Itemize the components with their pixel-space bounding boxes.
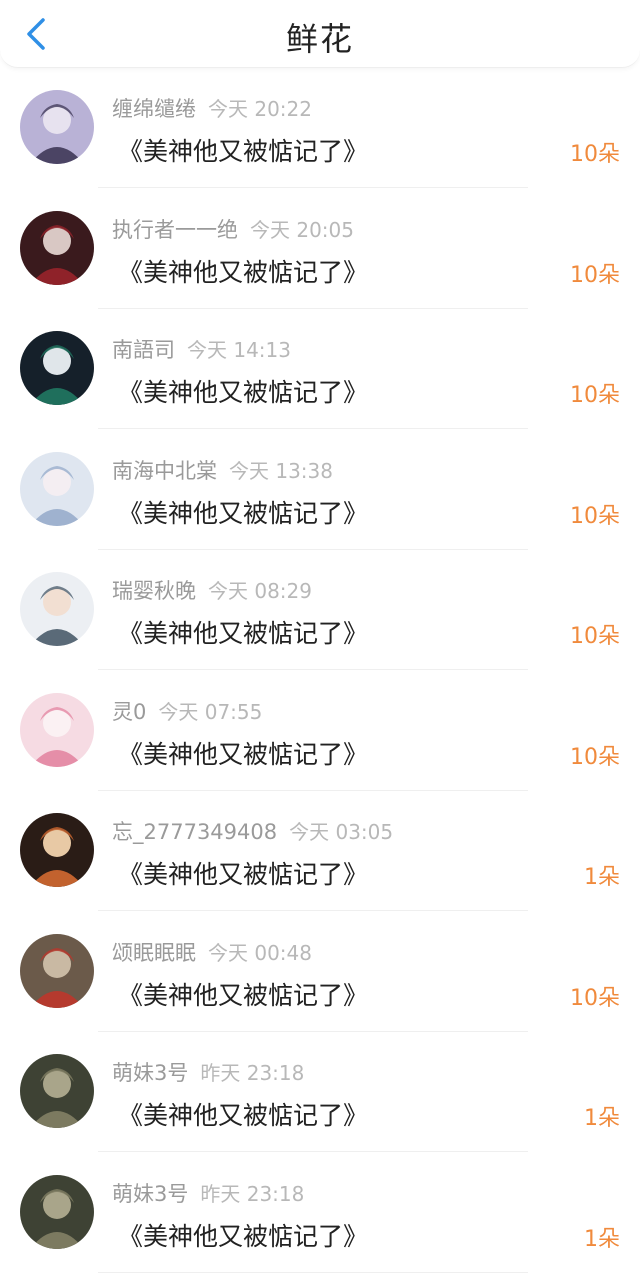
flower-count: 1朵 xyxy=(584,1226,620,1252)
timestamp: 今天 20:22 xyxy=(208,97,312,121)
book-title: 《美神他又被惦记了》 xyxy=(118,498,369,528)
flower-count: 1朵 xyxy=(584,865,620,890)
timestamp: 今天 13:38 xyxy=(229,458,333,483)
flower-list: 缠绵缱绻 今天 20:22 《美神他又被惦记了》 10朵 执行者一一绝 今天 20:05 《… xyxy=(0,68,640,1273)
timestamp: 今天 08:29 xyxy=(208,579,312,603)
flower-count: 10朵 xyxy=(570,985,620,1011)
user-name[interactable]: 颂眠眠眠 xyxy=(112,941,196,965)
timestamp: 今天 03:05 xyxy=(289,820,394,844)
item-meta: 南海中北棠 今天 13:38 xyxy=(112,455,333,485)
flower-count: 10朵 xyxy=(570,624,620,649)
timestamp: 今天 00:48 xyxy=(208,940,312,965)
timestamp: 昨天 23:18 xyxy=(200,1181,305,1206)
user-name[interactable]: 南語司 xyxy=(112,338,175,362)
book-title: 《美神他又被惦记了》 xyxy=(118,257,369,287)
flower-count: 10朵 xyxy=(570,744,620,770)
avatar[interactable] xyxy=(20,1054,94,1128)
avatar[interactable] xyxy=(20,813,94,887)
book-title: 《美神他又被惦记了》 xyxy=(118,980,369,1010)
book-title: 《美神他又被惦记了》 xyxy=(118,1221,369,1251)
divider xyxy=(98,1271,528,1273)
book-title: 《美神他又被惦记了》 xyxy=(118,619,369,648)
book-title: 《美神他又被惦记了》 xyxy=(118,739,369,769)
timestamp: 今天 20:05 xyxy=(250,217,354,242)
list-item[interactable]: 颂眠眠眠 今天 00:48 《美神他又被惦记了》 10朵 xyxy=(0,912,640,1033)
item-meta: 瑞婴秋晚 今天 08:29 xyxy=(112,575,312,605)
avatar[interactable] xyxy=(20,90,94,164)
flower-count: 10朵 xyxy=(570,383,620,408)
timestamp: 今天 14:13 xyxy=(187,338,291,362)
list-item[interactable]: 缠绵缱绻 今天 20:22 《美神他又被惦记了》 10朵 xyxy=(0,68,640,189)
flower-count: 1朵 xyxy=(584,1106,620,1131)
item-meta: 灵0 今天 07:55 xyxy=(112,696,262,726)
book-title: 《美神他又被惦记了》 xyxy=(118,378,369,407)
user-name[interactable]: 灵0 xyxy=(112,700,146,724)
user-name[interactable]: 萌妹3号 xyxy=(112,1061,188,1085)
list-item[interactable]: 萌妹3号 昨天 23:18 《美神他又被惦记了》 1朵 xyxy=(0,1153,640,1273)
avatar[interactable] xyxy=(20,451,94,526)
list-item[interactable]: 萌妹3号 昨天 23:18 《美神他又被惦记了》 1朵 xyxy=(0,1032,640,1153)
list-item[interactable]: 忘_2777349408 今天 03:05 《美神他又被惦记了》 1朵 xyxy=(0,791,640,912)
list-item[interactable]: 执行者一一绝 今天 20:05 《美神他又被惦记了》 10朵 xyxy=(0,189,640,310)
timestamp: 昨天 23:18 xyxy=(200,1061,305,1085)
list-item[interactable]: 南海中北棠 今天 13:38 《美神他又被惦记了》 10朵 xyxy=(0,430,640,551)
user-name[interactable]: 瑞婴秋晚 xyxy=(112,579,196,603)
user-name[interactable]: 缠绵缱绻 xyxy=(112,97,196,121)
user-name[interactable]: 南海中北棠 xyxy=(112,459,217,483)
item-meta: 颂眠眠眠 今天 00:48 xyxy=(112,937,312,967)
flower-count: 10朵 xyxy=(570,262,620,288)
book-title: 《美神他又被惦记了》 xyxy=(118,1101,369,1130)
item-meta: 执行者一一绝 今天 20:05 xyxy=(112,214,354,244)
item-meta: 萌妹3号 昨天 23:18 xyxy=(112,1178,304,1208)
flower-count: 10朵 xyxy=(570,142,620,167)
user-name[interactable]: 忘_2777349408 xyxy=(112,820,277,844)
top-bar: 鲜花 xyxy=(0,0,640,68)
avatar[interactable] xyxy=(20,210,94,285)
avatar[interactable] xyxy=(20,692,94,767)
timestamp: 今天 07:55 xyxy=(158,699,263,724)
book-title: 《美神他又被惦记了》 xyxy=(118,860,369,889)
item-meta: 缠绵缱绻 今天 20:22 xyxy=(112,93,312,123)
avatar[interactable] xyxy=(20,331,94,405)
user-name[interactable]: 执行者一一绝 xyxy=(112,218,238,242)
page-title: 鲜花 xyxy=(285,20,354,58)
flower-count: 10朵 xyxy=(570,503,620,529)
avatar[interactable] xyxy=(20,933,94,1008)
item-meta: 忘_2777349408 今天 03:05 xyxy=(112,816,393,846)
avatar[interactable] xyxy=(20,1174,94,1249)
book-title: 《美神他又被惦记了》 xyxy=(118,137,369,166)
list-item[interactable]: 瑞婴秋晚 今天 08:29 《美神他又被惦记了》 10朵 xyxy=(0,550,640,671)
item-meta: 南語司 今天 14:13 xyxy=(112,334,291,364)
list-item[interactable]: 南語司 今天 14:13 《美神他又被惦记了》 10朵 xyxy=(0,309,640,430)
avatar[interactable] xyxy=(20,572,94,646)
user-name[interactable]: 萌妹3号 xyxy=(112,1182,188,1206)
list-item[interactable]: 灵0 今天 07:55 《美神他又被惦记了》 10朵 xyxy=(0,671,640,792)
item-meta: 萌妹3号 昨天 23:18 xyxy=(112,1057,304,1087)
